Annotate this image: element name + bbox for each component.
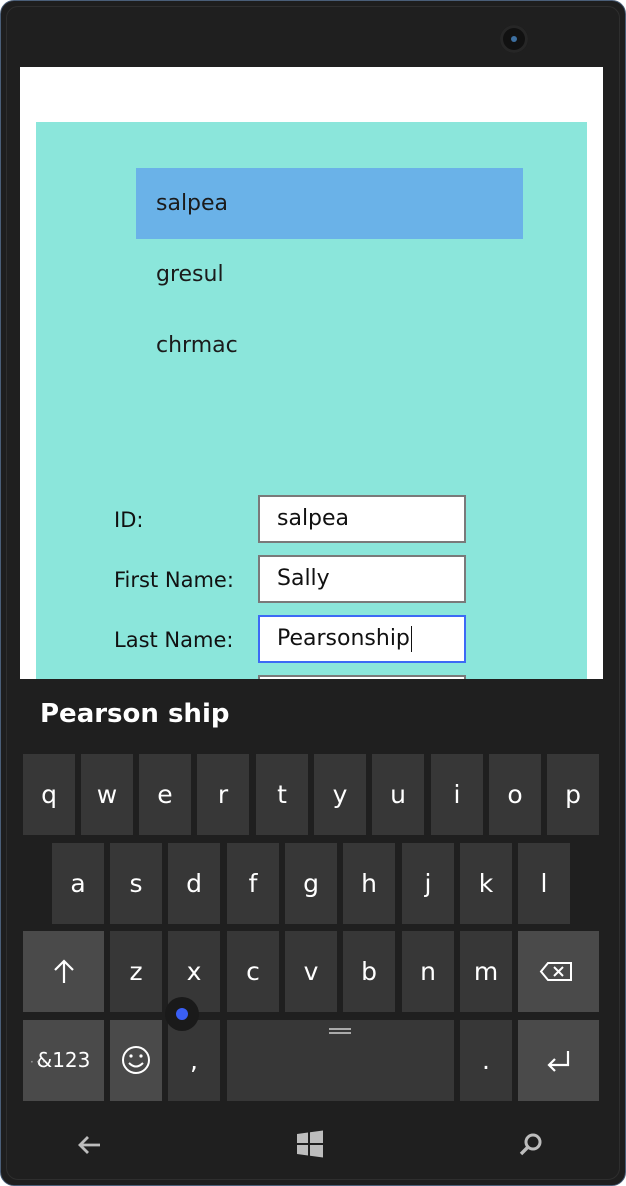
- key-g[interactable]: g: [285, 843, 337, 924]
- search-button[interactable]: [511, 1124, 551, 1164]
- hardware-navbar: [1, 1104, 625, 1185]
- emoji-key[interactable]: [110, 1020, 162, 1101]
- word-suggestion[interactable]: Pearson ship: [40, 699, 229, 729]
- key-m[interactable]: m: [460, 931, 512, 1012]
- key-o[interactable]: o: [489, 754, 541, 835]
- list-item[interactable]: salpea: [136, 168, 523, 239]
- symbols-key[interactable]: ··· &123: [23, 1020, 104, 1101]
- first-name-label: First Name:: [114, 568, 234, 592]
- first-name-field-value: Sally: [277, 566, 330, 591]
- content-panel: salpea gresul chrmac ID: salpea First Na…: [36, 122, 587, 723]
- back-arrow-icon: [78, 1136, 100, 1154]
- list-item[interactable]: gresul: [136, 239, 523, 310]
- user-list: salpea gresul chrmac: [136, 168, 523, 381]
- id-row: ID: salpea: [114, 495, 514, 545]
- enter-icon: [547, 1051, 570, 1072]
- key-j[interactable]: j: [402, 843, 454, 924]
- drag-grip-icon[interactable]: [329, 1028, 351, 1034]
- start-button[interactable]: [290, 1124, 330, 1164]
- more-dots: ···: [30, 1055, 48, 1069]
- id-field[interactable]: salpea: [258, 495, 466, 543]
- shift-arrow-icon: [54, 959, 74, 983]
- key-d[interactable]: d: [168, 843, 220, 924]
- front-camera: [500, 25, 528, 53]
- id-field-value: salpea: [277, 506, 350, 531]
- key-f[interactable]: f: [227, 843, 279, 924]
- comma-key[interactable]: ,: [168, 1020, 220, 1101]
- text-caret: [410, 626, 412, 652]
- touch-cursor-indicator: [165, 997, 199, 1031]
- period-key[interactable]: .: [460, 1020, 512, 1101]
- last-name-field[interactable]: Pearsonship: [258, 615, 466, 663]
- first-name-row: First Name: Sally: [114, 555, 514, 605]
- id-label: ID:: [114, 508, 144, 532]
- key-s[interactable]: s: [110, 843, 162, 924]
- enter-key[interactable]: [518, 1020, 599, 1101]
- key-p[interactable]: p: [547, 754, 599, 835]
- search-icon: [519, 1133, 542, 1156]
- key-b[interactable]: b: [343, 931, 395, 1012]
- backspace-icon: [539, 962, 572, 981]
- last-name-field-value: Pearsonship: [277, 626, 410, 651]
- last-name-label: Last Name:: [114, 628, 234, 652]
- first-name-field[interactable]: Sally: [258, 555, 466, 603]
- key-r[interactable]: r: [197, 754, 249, 835]
- key-y[interactable]: y: [314, 754, 366, 835]
- key-k[interactable]: k: [460, 843, 512, 924]
- smiley-icon: [122, 1046, 150, 1074]
- shift-key[interactable]: [23, 931, 104, 1012]
- key-q[interactable]: q: [23, 754, 75, 835]
- space-key[interactable]: [227, 1020, 454, 1101]
- key-w[interactable]: w: [81, 754, 133, 835]
- last-name-row: Last Name: Pearsonship: [114, 615, 514, 665]
- backspace-key[interactable]: [518, 931, 599, 1012]
- list-item[interactable]: chrmac: [136, 310, 523, 381]
- on-screen-keyboard: Pearson ship q w e r t y u i o p a s d f…: [20, 679, 603, 1104]
- key-i[interactable]: i: [431, 754, 483, 835]
- phone-frame: salpea gresul chrmac ID: salpea First Na…: [0, 0, 626, 1186]
- key-e[interactable]: e: [139, 754, 191, 835]
- app-screen: salpea gresul chrmac ID: salpea First Na…: [20, 67, 603, 1104]
- key-u[interactable]: u: [372, 754, 424, 835]
- key-c[interactable]: c: [227, 931, 279, 1012]
- key-z[interactable]: z: [110, 931, 162, 1012]
- key-a[interactable]: a: [52, 843, 104, 924]
- key-h[interactable]: h: [343, 843, 395, 924]
- key-n[interactable]: n: [402, 931, 454, 1012]
- key-l[interactable]: l: [518, 843, 570, 924]
- windows-logo-icon: [297, 1130, 323, 1158]
- key-v[interactable]: v: [285, 931, 337, 1012]
- key-t[interactable]: t: [256, 754, 308, 835]
- back-button[interactable]: [70, 1124, 110, 1164]
